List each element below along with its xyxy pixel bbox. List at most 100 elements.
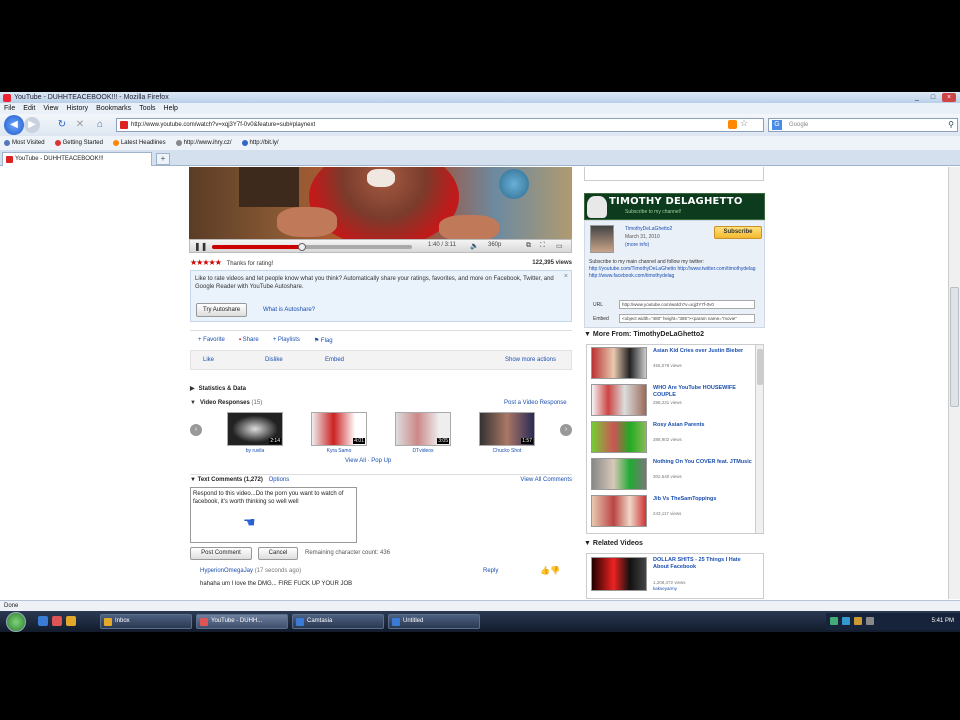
response-thumbnail[interactable]: 2:14 [227, 412, 283, 446]
response-thumbnail[interactable]: 4:01 [311, 412, 367, 446]
tab-youtube[interactable]: YouTube - DUHHTEACEBOOK!!! [2, 152, 152, 166]
list-scrollbar[interactable] [755, 345, 763, 533]
bookmark-item[interactable]: http://www.ihry.cz/ [175, 136, 232, 150]
url-field[interactable]: http://www.youtube.com/watch?v=xqj3Y7f-0… [619, 300, 755, 309]
embed-field[interactable]: <object width="480" height="385"><param … [619, 314, 755, 323]
size-toggle-icon[interactable]: ▭ [556, 242, 563, 250]
bookmark-star-icon[interactable]: ☆ [740, 118, 748, 129]
progress-bar[interactable] [212, 243, 412, 251]
bookmark-item[interactable]: Most Visited [4, 136, 45, 150]
video-thumbnail[interactable] [591, 495, 647, 527]
menu-help[interactable]: Help [164, 103, 178, 114]
menu-bookmarks[interactable]: Bookmarks [96, 103, 131, 114]
reply-link[interactable]: Reply [483, 568, 498, 574]
menu-tools[interactable]: Tools [139, 103, 155, 114]
comment-author-link[interactable]: HyperionOmegaJay [200, 568, 253, 574]
post-comment-button[interactable]: Post Comment [190, 547, 252, 560]
video-thumbnail[interactable] [591, 458, 647, 490]
response-thumbnail[interactable]: 3:05 [395, 412, 451, 446]
stop-icon[interactable]: ✕ [72, 117, 88, 133]
app-tray-icon[interactable] [866, 617, 874, 625]
volume-icon[interactable]: 🔈 [470, 242, 479, 250]
flag-button[interactable]: ⚑ Flag [314, 337, 333, 350]
favorite-button[interactable]: + Favorite [198, 337, 225, 350]
volume-icon[interactable] [842, 617, 850, 625]
thumbs-down-icon[interactable]: 👎 [550, 566, 560, 575]
comment-textarea[interactable]: Respond to this video...Do the porn you … [190, 487, 357, 543]
taskbar-item[interactable]: Camtasia [292, 614, 384, 629]
bookmark-item[interactable]: http://bit.ly/ [241, 136, 279, 150]
video-thumbnail[interactable] [591, 347, 647, 379]
minimize-button[interactable]: _ [910, 93, 924, 102]
pause-icon[interactable]: ❚❚ [194, 242, 207, 251]
scrollbar-thumb[interactable] [950, 287, 959, 407]
reload-icon[interactable]: ↻ [54, 117, 70, 133]
video-responses-toggle[interactable]: ▼ Video Responses (15) [190, 400, 262, 406]
clock[interactable]: 5:41 PM [932, 613, 954, 630]
dislike-button[interactable]: Dislike [265, 351, 283, 369]
response-author-link[interactable]: by ruvila [225, 448, 285, 454]
response-thumbnail[interactable]: 1:57 [479, 412, 535, 446]
rss-icon[interactable] [728, 120, 737, 129]
taskbar-item[interactable]: Untitled [388, 614, 480, 629]
what-is-autoshare-link[interactable]: What is Autoshare? [263, 306, 315, 314]
related-videos-header[interactable]: ▼ Related Videos [584, 540, 643, 547]
video-title-link[interactable]: Jib Vs TheSamToppings [653, 496, 753, 503]
collapse-arrow-icon[interactable]: ▼ [190, 477, 196, 483]
video-title-link[interactable]: Asian Kid Cries over Justin Bieber [653, 348, 753, 355]
bookmark-item[interactable]: Latest Headlines [112, 136, 166, 150]
post-video-response-link[interactable]: Post a Video Response [504, 400, 567, 406]
video-player[interactable] [189, 167, 572, 239]
statistics-section-toggle[interactable]: ▶ Statistics & Data [190, 385, 246, 392]
forward-button[interactable]: ▶ [24, 117, 40, 133]
bookmark-item[interactable]: Getting Started [54, 136, 103, 150]
start-button[interactable] [6, 612, 26, 632]
previous-arrow-icon[interactable]: ‹ [190, 424, 202, 436]
list-item[interactable]: Jib Vs TheSamToppings 243,117 views [589, 493, 754, 529]
scrollbar-thumb[interactable] [757, 349, 763, 385]
video-title-link[interactable]: Rosy Asian Parents [653, 422, 753, 429]
response-author-link[interactable]: DTvideos [393, 448, 453, 454]
video-title-link[interactable]: WHO Are YouTube HOUSEWIFE COUPLE [653, 385, 753, 399]
video-thumbnail[interactable] [591, 384, 647, 416]
description-links[interactable]: http://youtube.com/TimothyDeLaGhetto htt… [589, 266, 756, 279]
author-link[interactable]: kakseyarmy [653, 586, 677, 591]
more-actions-link[interactable]: Show more actions [505, 351, 556, 369]
close-icon[interactable]: × [564, 273, 568, 281]
list-item[interactable]: Nothing On You COVER feat. JTMusic 302,5… [589, 456, 754, 492]
more-info-link[interactable]: (more info) [625, 242, 649, 248]
response-author-link[interactable]: Kyra Samo [309, 448, 369, 454]
menu-edit[interactable]: Edit [23, 103, 35, 114]
taskbar-item[interactable]: YouTube - DUHH... [196, 614, 288, 629]
cancel-button[interactable]: Cancel [258, 547, 298, 560]
home-icon[interactable]: ⌂ [92, 117, 108, 133]
like-button[interactable]: Like [203, 351, 214, 369]
share-button[interactable]: ▪ Share [239, 337, 259, 350]
folder-icon[interactable] [66, 616, 76, 626]
search-icon[interactable]: ⚲ [948, 119, 954, 131]
menu-history[interactable]: History [66, 103, 88, 114]
list-item[interactable]: WHO Are YouTube HOUSEWIFE COUPLE 298,231… [589, 382, 754, 418]
channel-banner[interactable]: TIMOTHY DELAGHETTO Subscribe to my chann… [584, 193, 765, 220]
network-icon[interactable] [830, 617, 838, 625]
menu-file[interactable]: File [4, 103, 15, 114]
video-thumbnail[interactable] [591, 557, 647, 591]
rating-stars[interactable]: ★★★★★ [190, 258, 222, 267]
taskbar-item[interactable]: Inbox [100, 614, 192, 629]
subscribe-button[interactable]: Subscribe [714, 226, 762, 239]
maximize-button[interactable]: □ [926, 93, 940, 102]
new-tab-button[interactable]: + [156, 153, 170, 165]
popout-icon[interactable]: ⧉ [526, 242, 531, 250]
page-scrollbar[interactable] [948, 167, 960, 599]
thumbs-up-icon[interactable]: 👍 [540, 566, 550, 575]
quality-button[interactable]: 360p [488, 242, 501, 248]
search-input[interactable]: G Google ⚲ [768, 118, 958, 132]
address-bar[interactable]: http://www.youtube.com/watch?v=xqj3Y7f-0… [116, 118, 764, 132]
try-autoshare-button[interactable]: Try Autoshare [196, 303, 248, 317]
video-thumbnail[interactable] [591, 421, 647, 453]
fullscreen-icon[interactable]: ⛶ [540, 242, 545, 250]
playlists-button[interactable]: + Playlists [273, 337, 300, 350]
video-title-link[interactable]: DOLLAR SHITS - 25 Things I Hate About Fa… [653, 557, 753, 571]
security-icon[interactable] [854, 617, 862, 625]
responses-pager[interactable]: View All · Pop Up [345, 458, 391, 464]
